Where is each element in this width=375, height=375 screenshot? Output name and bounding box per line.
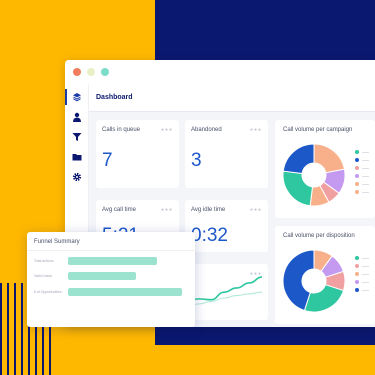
legend-item — [355, 166, 369, 170]
legend-item — [355, 264, 369, 268]
more-options-icon[interactable]: ●●● — [161, 208, 173, 213]
legend-item — [355, 272, 369, 276]
filter-icon[interactable] — [71, 131, 83, 143]
page-title: Dashboard — [96, 94, 133, 101]
kpi-label: Avg call time — [102, 207, 136, 213]
legend-placeholder-line — [362, 175, 369, 177]
kpi-label: Calls in queue — [102, 127, 141, 133]
legend-swatch — [355, 264, 359, 268]
campaign-donut-chart — [282, 143, 346, 207]
kpi-label: Abandoned — [191, 127, 222, 133]
legend-placeholder-line — [362, 183, 369, 185]
donut-slice[interactable] — [303, 284, 345, 313]
legend-swatch — [355, 190, 359, 194]
kpi-value: 0:32 — [191, 225, 228, 246]
legend-item — [355, 174, 369, 178]
donut-slice[interactable] — [313, 143, 346, 174]
legend-item — [355, 280, 369, 284]
legend-item — [355, 150, 369, 154]
legend-placeholder-line — [362, 265, 369, 267]
funnel-bar — [68, 257, 157, 265]
user-icon[interactable] — [71, 111, 83, 123]
legend-item — [355, 158, 369, 162]
kpi-value: 7 — [102, 150, 113, 171]
window-close-button[interactable] — [73, 68, 81, 76]
kpi-card-avg-idle-time[interactable]: Avg idle time ●●● 0:32 — [185, 200, 268, 252]
funnel-summary-card[interactable]: Funnel Summary Total actions Valid Leads… — [27, 232, 195, 327]
legend-swatch — [355, 158, 359, 162]
funnel-row-label: # of Opportunities — [34, 290, 62, 294]
legend-swatch — [355, 280, 359, 284]
legend-placeholder-line — [362, 191, 369, 193]
legend-item — [355, 256, 369, 260]
funnel-title: Funnel Summary — [34, 239, 80, 245]
legend-placeholder-line — [362, 159, 369, 161]
background-navy-block — [155, 0, 375, 60]
legend-placeholder-line — [362, 289, 369, 291]
divider — [27, 250, 195, 251]
funnel-bar — [68, 288, 182, 296]
more-options-icon[interactable]: ●●● — [161, 128, 173, 133]
chart-title: Call volume per campaign — [283, 127, 353, 133]
layers-icon[interactable] — [71, 91, 83, 103]
donut-slice[interactable] — [282, 170, 314, 207]
funnel-bar — [68, 272, 136, 280]
legend-swatch — [355, 256, 359, 260]
window-minimize-button[interactable] — [87, 68, 95, 76]
more-options-icon[interactable]: ●●● — [250, 128, 262, 133]
kpi-value: 3 — [191, 150, 202, 171]
legend-placeholder-line — [362, 151, 369, 153]
legend-swatch — [355, 272, 359, 276]
legend-swatch — [355, 174, 359, 178]
donut-slice[interactable] — [282, 143, 315, 175]
legend-item — [355, 190, 369, 194]
legend-item — [355, 182, 369, 186]
background-yellow-block — [0, 0, 155, 60]
legend-swatch — [355, 166, 359, 170]
window-titlebar — [65, 60, 375, 84]
page-header: Dashboard — [89, 84, 375, 112]
legend-item — [355, 288, 369, 292]
folder-icon[interactable] — [71, 151, 83, 163]
funnel-row-label: Valid Leads — [34, 274, 53, 278]
legend-placeholder-line — [362, 281, 369, 283]
funnel-row-label: Total actions — [34, 259, 54, 263]
legend-swatch — [355, 150, 359, 154]
disposition-donut-chart — [282, 249, 346, 313]
legend-swatch — [355, 182, 359, 186]
gear-icon[interactable] — [71, 171, 83, 183]
legend-placeholder-line — [362, 257, 369, 259]
kpi-label: Avg idle time — [191, 207, 226, 213]
window-maximize-button[interactable] — [101, 68, 109, 76]
legend-placeholder-line — [362, 167, 369, 169]
chart-title: Call volume per disposition — [283, 233, 355, 239]
disposition-chart-card[interactable]: Call volume per disposition — [275, 226, 375, 324]
more-options-icon[interactable]: ●●● — [250, 208, 262, 213]
campaign-chart-card[interactable]: Call volume per campaign — [275, 120, 375, 218]
legend-swatch — [355, 288, 359, 292]
background-yellow-bottom — [0, 340, 375, 375]
sidebar-active-indicator — [65, 89, 67, 105]
kpi-card-abandoned[interactable]: Abandoned ●●● 3 — [185, 120, 268, 188]
background-navy-bottom — [155, 327, 375, 345]
kpi-card-calls-in-queue[interactable]: Calls in queue ●●● 7 — [96, 120, 179, 188]
legend-placeholder-line — [362, 273, 369, 275]
